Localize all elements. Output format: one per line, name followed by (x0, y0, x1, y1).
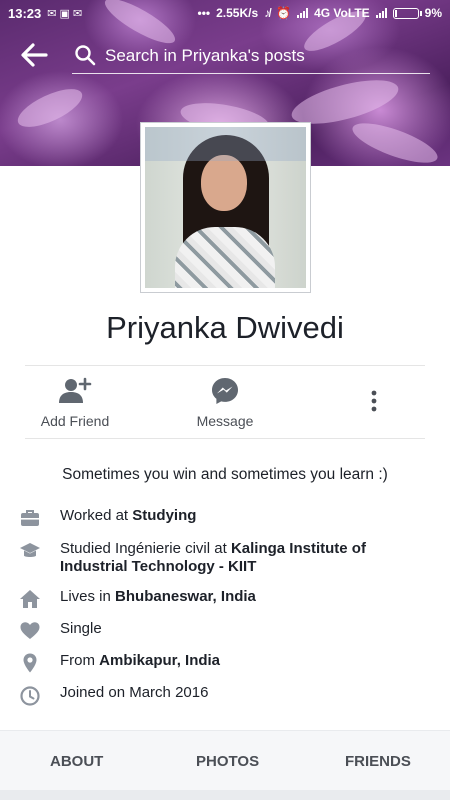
status-network: 4G VoLTE (314, 6, 370, 20)
search-placeholder: Search in Priyanka's posts (105, 46, 305, 65)
profile-photo-image (145, 127, 306, 288)
back-arrow-icon[interactable] (18, 40, 50, 70)
heart-icon (20, 622, 40, 639)
info-joined-text: Joined on March 2016 (60, 684, 209, 701)
add-friend-icon (59, 377, 92, 403)
search-icon (75, 45, 96, 66)
briefcase-icon (21, 510, 39, 526)
info-from-value[interactable]: Ambikapur, India (99, 652, 220, 669)
cover-petal (348, 115, 442, 166)
info-work-text: Worked at Studying (60, 507, 435, 525)
tab-friends[interactable]: FRIENDS (345, 753, 411, 770)
profile-tabs: ABOUT PHOTOS FRIENDS (0, 730, 450, 790)
signal-icon (297, 8, 309, 18)
divider (25, 365, 425, 366)
photo-face (201, 155, 247, 211)
search-input[interactable]: Search in Priyanka's posts (72, 38, 430, 74)
mute-icon: ♪̸ (264, 6, 271, 20)
battery-icon (392, 7, 422, 19)
graduation-cap-icon (20, 543, 40, 557)
info-lives-value[interactable]: Bhubaneswar, India (115, 588, 256, 605)
photo-body (175, 227, 275, 288)
status-battery: 9% (424, 6, 442, 20)
info-work-prefix: Worked at (60, 507, 133, 524)
message-label: Message (196, 413, 254, 429)
alarm-icon: ⏰ (276, 6, 292, 20)
location-pin-icon (23, 653, 37, 673)
status-dots: ••• (197, 6, 211, 20)
info-education-prefix: Studied Ingénierie civil at (60, 540, 231, 557)
profile-photo[interactable] (141, 123, 310, 292)
signal-icon-2 (375, 8, 387, 18)
status-bar: 13:23 ✉ ▣ ✉ ••• 2.55K/s ♪̸ ⏰ 4G VoLTE 9% (0, 0, 450, 26)
add-friend-label: Add Friend (40, 413, 110, 429)
status-time: 13:23 (8, 5, 42, 21)
divider (25, 438, 425, 439)
cover-petal (12, 81, 88, 135)
info-lives-prefix: Lives in (60, 588, 116, 605)
info-lives-text: Lives in Bhubaneswar, India (60, 588, 435, 606)
status-notification-icons: ✉ ▣ ✉ (47, 7, 83, 20)
search-header: Search in Priyanka's posts (0, 30, 450, 80)
profile-bio: Sometimes you win and sometimes you lear… (62, 466, 388, 483)
info-from-prefix: From (60, 652, 100, 669)
add-friend-button[interactable]: Add Friend (40, 376, 110, 434)
tab-about[interactable]: ABOUT (50, 753, 103, 770)
info-from-text: From Ambikapur, India (60, 652, 435, 670)
message-button[interactable]: Message (190, 376, 260, 434)
home-icon (20, 590, 40, 608)
info-work-value[interactable]: Studying (132, 507, 196, 524)
photo-shade (145, 127, 306, 161)
clock-icon (20, 686, 40, 706)
status-net-speed: 2.55K/s (216, 6, 259, 20)
info-relationship-text: Single (60, 620, 102, 637)
bottom-strip (0, 790, 450, 800)
messenger-icon (212, 378, 238, 404)
tab-photos[interactable]: PHOTOS (196, 753, 259, 770)
battery-fill (394, 9, 397, 17)
profile-name: Priyanka Dwivedi (106, 310, 344, 345)
info-education-text: Studied Ingénierie civil at Kalinga Inst… (60, 540, 435, 576)
more-options-icon[interactable] (362, 388, 386, 416)
